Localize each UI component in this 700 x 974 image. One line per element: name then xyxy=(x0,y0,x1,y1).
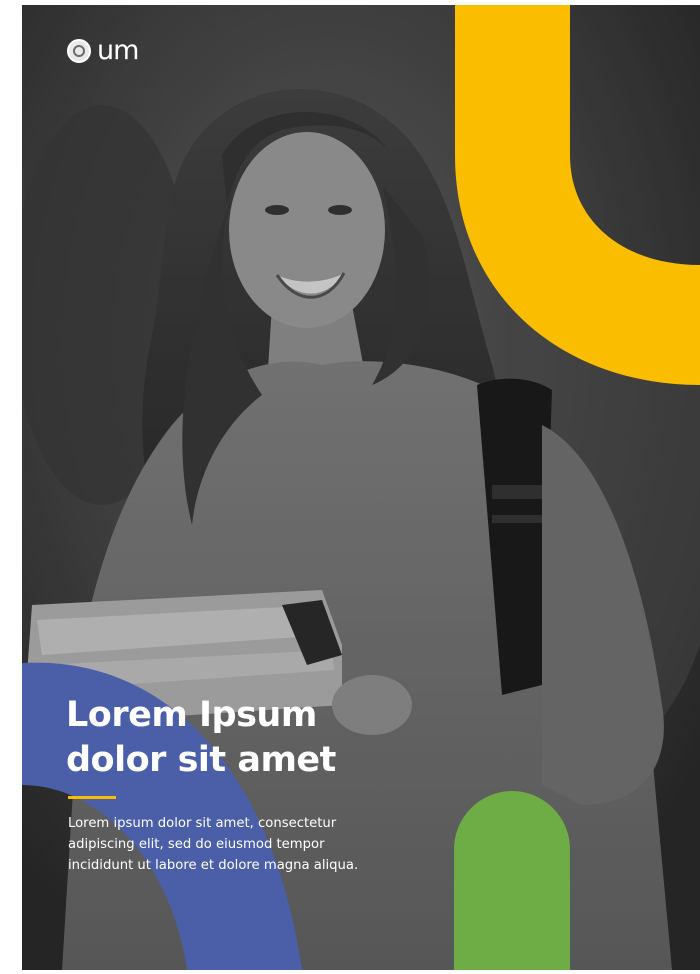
body-line-2: adipiscing elit, sed do eiusmod tempor xyxy=(68,837,325,852)
green-accent-shape xyxy=(454,791,570,970)
university-logo: um xyxy=(67,35,139,66)
brochure-page: um Lorem Ipsum dolor sit amet Lorem ipsu… xyxy=(0,0,700,974)
hero-title-line-1: Lorem Ipsum xyxy=(66,695,317,735)
cover-poster: um Lorem Ipsum dolor sit amet Lorem ipsu… xyxy=(22,5,700,970)
body-line-3: incididunt ut labore et dolore magna ali… xyxy=(68,858,359,873)
logo-wordmark: um xyxy=(97,35,139,66)
university-seal-icon xyxy=(67,39,91,63)
hero-title-line-2: dolor sit amet xyxy=(66,740,336,780)
yellow-accent-shape xyxy=(455,5,700,385)
title-divider xyxy=(68,796,116,799)
body-line-1: Lorem ipsum dolor sit amet, consectetur xyxy=(68,816,337,831)
hero-body-text: Lorem ipsum dolor sit amet, consectetur … xyxy=(68,813,448,876)
hero-title: Lorem Ipsum dolor sit amet xyxy=(66,693,446,783)
